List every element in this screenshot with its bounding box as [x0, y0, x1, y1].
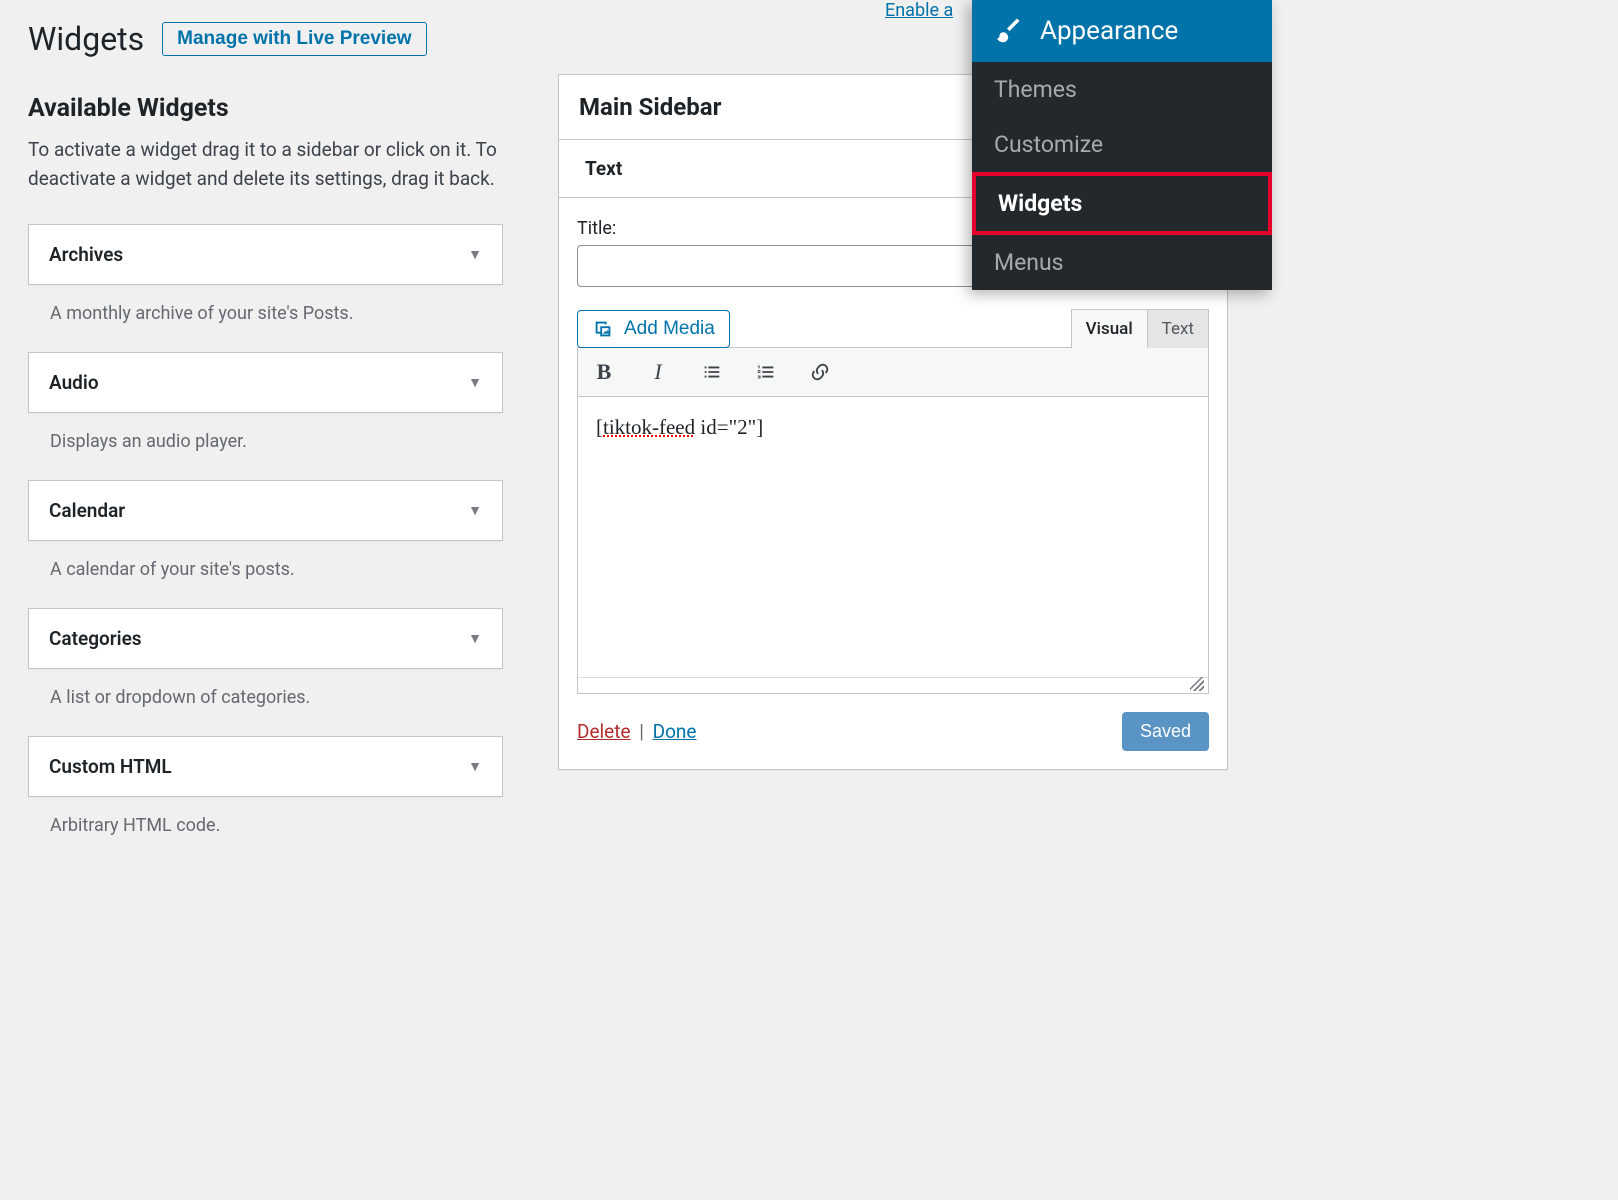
- bold-button[interactable]: B: [586, 354, 622, 390]
- editor-content[interactable]: [tiktok-feed id="2"]: [578, 397, 1208, 677]
- available-widgets-column: Available Widgets To activate a widget d…: [28, 68, 503, 864]
- widget-item-archives[interactable]: Archives ▼: [28, 224, 503, 285]
- widget-item-custom-html[interactable]: Custom HTML ▼: [28, 736, 503, 797]
- chevron-down-icon: ▼: [468, 502, 482, 519]
- widget-actions: Delete | Done: [577, 720, 696, 743]
- link-button[interactable]: [802, 354, 838, 390]
- bullet-list-button[interactable]: [694, 354, 730, 390]
- page-title: Widgets: [28, 20, 144, 58]
- link-icon: [809, 361, 831, 383]
- flyout-item-themes[interactable]: Themes: [972, 62, 1272, 117]
- numbered-list-button[interactable]: [748, 354, 784, 390]
- widget-item-desc: Arbitrary HTML code.: [28, 797, 503, 864]
- widget-item-desc: A monthly archive of your site's Posts.: [28, 285, 503, 352]
- widget-item-label: Audio: [49, 371, 99, 394]
- editor: B I [tiktok-feed id="2"]: [577, 347, 1209, 694]
- widget-item-label: Calendar: [49, 499, 125, 522]
- live-preview-button[interactable]: Manage with Live Preview: [162, 22, 426, 56]
- tab-visual[interactable]: Visual: [1071, 309, 1148, 348]
- widget-item-desc: A list or dropdown of categories.: [28, 669, 503, 736]
- appearance-flyout: Appearance Themes Customize Widgets Menu…: [972, 0, 1272, 290]
- available-widgets-title: Available Widgets: [28, 94, 503, 123]
- separator: |: [635, 720, 648, 743]
- saved-button[interactable]: Saved: [1122, 712, 1209, 751]
- flyout-heading-label: Appearance: [1040, 16, 1178, 46]
- enable-accessibility-link[interactable]: Enable a: [885, 0, 953, 21]
- flyout-item-customize[interactable]: Customize: [972, 117, 1272, 172]
- widget-item-desc: Displays an audio player.: [28, 413, 503, 480]
- resize-handle[interactable]: [578, 677, 1208, 693]
- chevron-down-icon: ▼: [468, 374, 482, 391]
- chevron-down-icon: ▼: [468, 758, 482, 775]
- editor-toolbar: B I: [578, 348, 1208, 397]
- numbered-list-icon: [755, 361, 777, 383]
- flyout-item-widgets[interactable]: Widgets: [972, 172, 1272, 235]
- widget-item-label: Archives: [49, 243, 123, 266]
- flyout-item-menus[interactable]: Menus: [972, 235, 1272, 290]
- flyout-heading[interactable]: Appearance: [972, 0, 1272, 62]
- tab-text[interactable]: Text: [1148, 309, 1209, 348]
- brush-icon: [992, 16, 1022, 46]
- widget-item-calendar[interactable]: Calendar ▼: [28, 480, 503, 541]
- widget-item-label: Categories: [49, 627, 142, 650]
- widget-item-audio[interactable]: Audio ▼: [28, 352, 503, 413]
- bullet-list-icon: [701, 361, 723, 383]
- add-media-label: Add Media: [624, 318, 715, 340]
- done-link[interactable]: Done: [653, 720, 697, 743]
- widget-item-categories[interactable]: Categories ▼: [28, 608, 503, 669]
- media-icon: [592, 318, 614, 340]
- chevron-down-icon: ▼: [468, 630, 482, 647]
- chevron-down-icon: ▼: [468, 246, 482, 263]
- delete-link[interactable]: Delete: [577, 720, 631, 743]
- widget-item-desc: A calendar of your site's posts.: [28, 541, 503, 608]
- add-media-button[interactable]: Add Media: [577, 310, 730, 348]
- available-widgets-desc: To activate a widget drag it to a sideba…: [28, 135, 503, 194]
- italic-button[interactable]: I: [640, 354, 676, 390]
- widget-item-label: Custom HTML: [49, 755, 172, 778]
- editor-tabs: Visual Text: [1071, 309, 1209, 348]
